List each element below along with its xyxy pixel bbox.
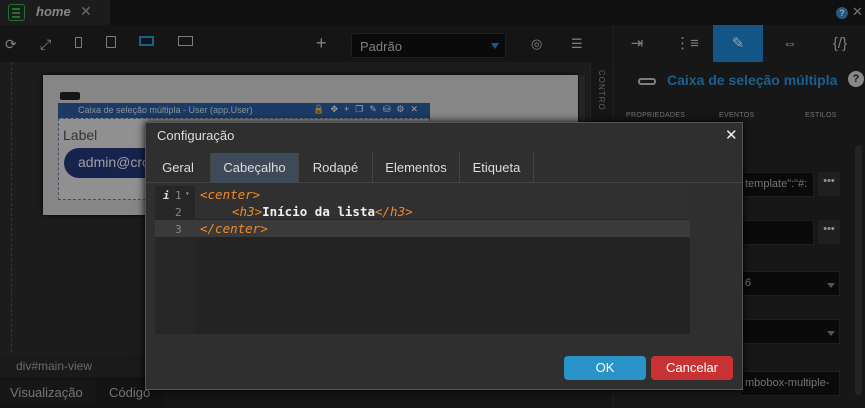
code-line-1: <center> (200, 187, 261, 202)
tab-elementos[interactable]: Elementos (373, 153, 460, 183)
code-line-3: </center> (200, 221, 268, 236)
code-h3-open: <h3> (232, 204, 263, 219)
app-root: home ✕ ? ✕ ⟳ ⤢ + Padrão ◎ ☰ ⇥ ⋮≡ ✎ ⇔ {/}… (0, 0, 865, 408)
fold-icon[interactable]: ▾ (185, 189, 190, 198)
dialog-title: Configuração (157, 128, 235, 143)
line-number: 2 (175, 206, 182, 219)
tab-geral[interactable]: Geral (146, 153, 211, 183)
tab-cabecalho[interactable]: Cabeçalho (211, 153, 299, 183)
code-line-2: <h3>Início da lista</h3> (232, 204, 413, 219)
ok-button[interactable]: OK (564, 356, 646, 380)
tab-rodape[interactable]: Rodapé (299, 153, 373, 183)
info-icon: i (163, 189, 170, 202)
cancel-button[interactable]: Cancelar (651, 356, 733, 380)
code-h3-close: </h3> (375, 204, 413, 219)
line-number: 1 (175, 189, 182, 202)
code-h3-text: Início da lista (262, 204, 375, 219)
line-number: 3 (175, 223, 182, 236)
close-icon[interactable]: ✕ (725, 126, 738, 144)
editor-empty-area[interactable] (196, 237, 690, 334)
tab-etiqueta[interactable]: Etiqueta (460, 153, 534, 183)
